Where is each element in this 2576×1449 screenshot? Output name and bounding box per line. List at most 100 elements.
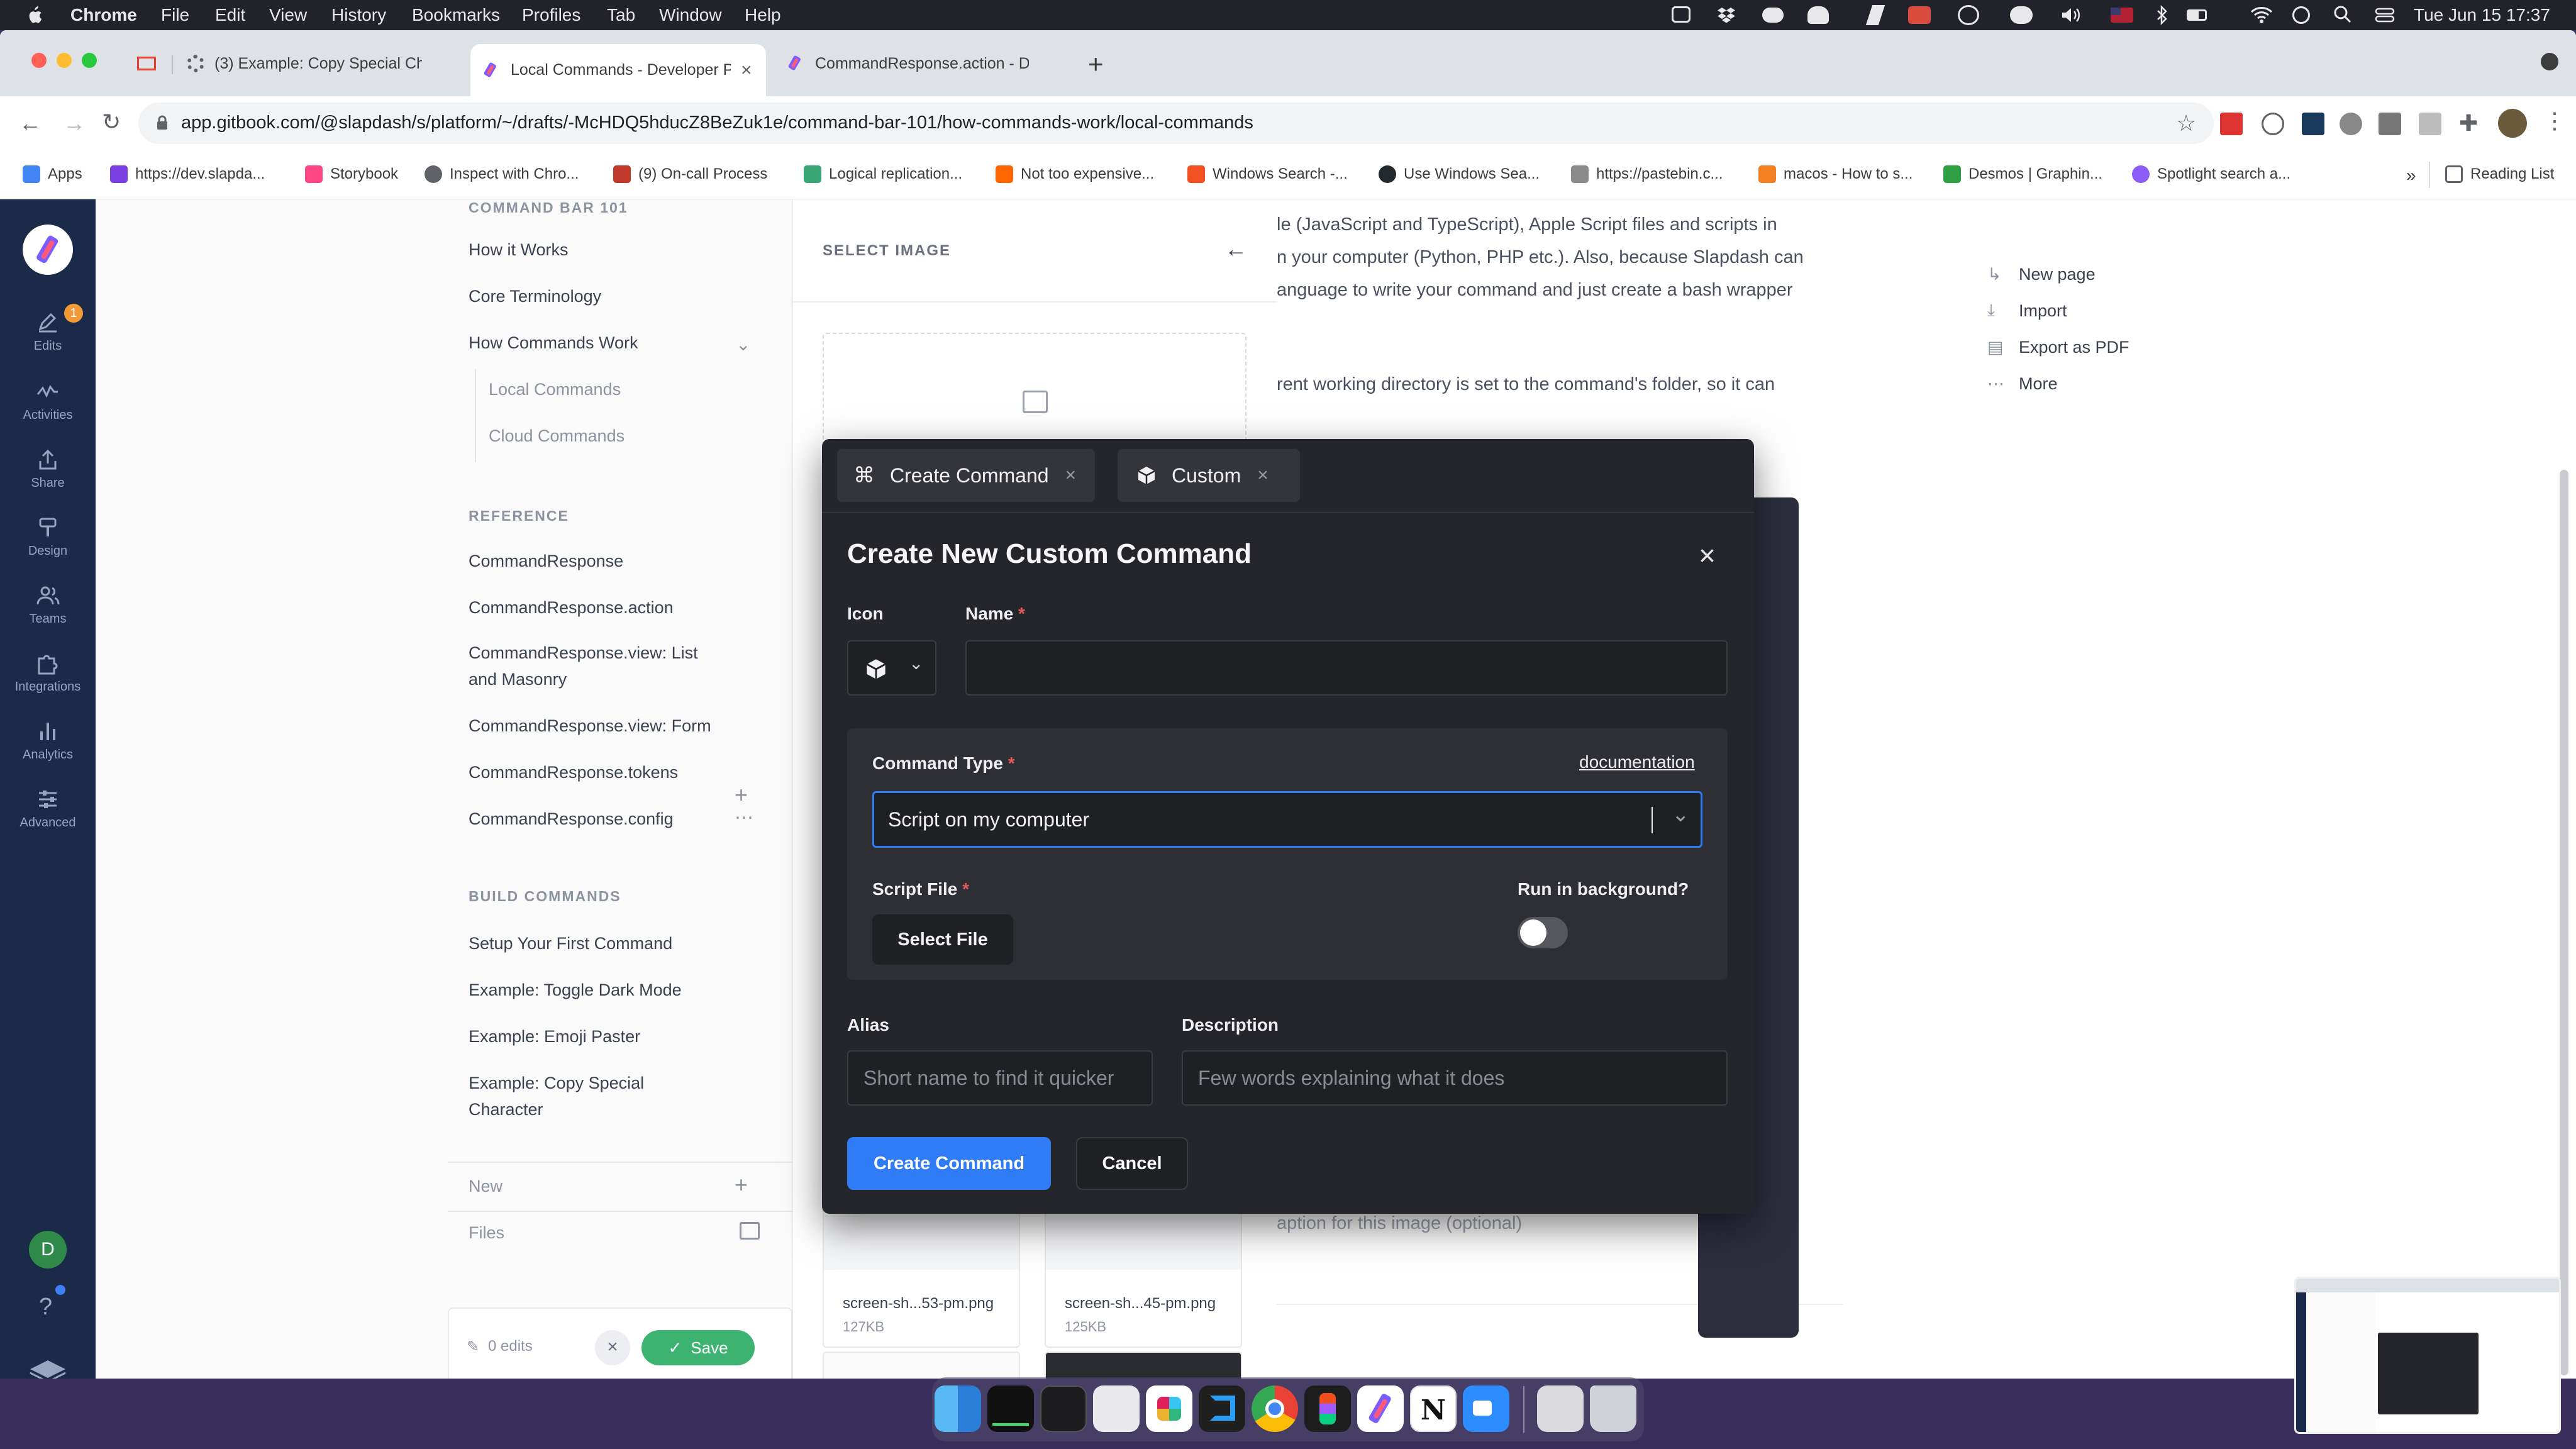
bookmark-logical-replication[interactable]: Logical replication... [804, 165, 962, 183]
bookmark-dev-slapdash[interactable]: https://dev.slapda... [110, 165, 265, 183]
bookmark-apps[interactable]: Apps [23, 165, 82, 183]
menu-tab[interactable]: Tab [607, 5, 635, 25]
save-button[interactable]: ✓ Save [641, 1330, 755, 1365]
tab-commandresponse-action[interactable]: CommandResponse.action - D [775, 44, 1058, 83]
bookmark-windows-search[interactable]: Windows Search -... [1187, 165, 1348, 183]
address-bar[interactable]: app.gitbook.com/@slapdash/s/platform/~/d… [138, 103, 2214, 144]
apple-icon[interactable] [25, 5, 43, 25]
nav-how-it-works[interactable]: How it Works [469, 240, 569, 260]
action-new-page[interactable]: ↳ New page [1987, 256, 2129, 292]
trash-icon[interactable] [1590, 1385, 1636, 1432]
activity-monitor-icon[interactable] [987, 1385, 1034, 1432]
rail-activities[interactable]: Activities [0, 379, 96, 423]
cloud-status-icon[interactable] [1762, 8, 1784, 23]
nav-how-commands-work[interactable]: How Commands Work [469, 333, 638, 353]
zoom-icon[interactable] [1463, 1385, 1509, 1432]
folder-icon[interactable] [740, 1222, 760, 1240]
rail-design[interactable]: Design [0, 515, 96, 558]
create-command-button[interactable]: Create Command [847, 1137, 1051, 1190]
nav-cloud-commands[interactable]: Cloud Commands [489, 426, 625, 446]
breadcrumb-chip-create-command[interactable]: ⌘ Create Command × [837, 449, 1095, 502]
slapdash-icon[interactable] [1357, 1385, 1404, 1432]
new-page-item[interactable]: New [469, 1177, 502, 1196]
nav-commandresponse-view-form[interactable]: CommandResponse.view: Form [469, 716, 711, 736]
user-avatar[interactable]: D [29, 1231, 67, 1269]
nav-copy-special-cont[interactable]: Character [469, 1100, 543, 1119]
cancel-button[interactable]: Cancel [1076, 1137, 1188, 1190]
minimize-window-button[interactable] [57, 53, 72, 68]
menu-window[interactable]: Window [659, 5, 722, 25]
nav-commandresponse-tokens[interactable]: CommandResponse.tokens [469, 763, 678, 782]
nav-commandresponse-view-list[interactable]: CommandResponse.view: List [469, 643, 698, 663]
menu-file[interactable]: File [161, 5, 189, 25]
menu-edit[interactable]: Edit [215, 5, 245, 25]
name-input[interactable] [965, 640, 1728, 696]
reload-icon[interactable]: ↻ [102, 109, 121, 135]
action-export-pdf[interactable]: ▤ Export as PDF [1987, 329, 2129, 365]
new-tab-button[interactable]: + [1088, 49, 1104, 79]
documentation-link[interactable]: documentation [1579, 752, 1695, 772]
extension-a-icon[interactable] [2262, 113, 2284, 135]
bookmark-macos[interactable]: macos - How to s... [1758, 165, 1913, 183]
menu-view[interactable]: View [269, 5, 307, 25]
breadcrumb-chip-custom[interactable]: Custom × [1118, 449, 1300, 502]
close-window-button[interactable] [31, 53, 47, 68]
description-input[interactable]: Few words explaining what it does [1182, 1050, 1728, 1106]
zoom-window-button[interactable] [82, 53, 97, 68]
image-card[interactable] [1045, 1352, 1242, 1379]
bookmark-pastebin[interactable]: https://pastebin.c... [1571, 165, 1723, 183]
nav-commandresponse-action[interactable]: CommandResponse.action [469, 598, 674, 618]
screenshot-thumbnail[interactable] [2294, 1277, 2561, 1434]
extension-red-icon[interactable] [2220, 113, 2243, 135]
figma-icon[interactable] [1304, 1385, 1351, 1432]
chrome-icon[interactable] [1252, 1385, 1298, 1432]
wifi-icon[interactable] [2250, 6, 2273, 24]
slack-icon[interactable] [1146, 1385, 1192, 1432]
menu-bookmarks[interactable]: Bookmarks [412, 5, 500, 25]
bookmark-not-too-expensive[interactable]: Not too expensive... [996, 165, 1154, 183]
us-flag-icon[interactable] [2111, 8, 2133, 23]
bookmark-use-windows-search[interactable]: Use Windows Sea... [1379, 165, 1540, 183]
menu-clock[interactable]: Tue Jun 15 17:37 [2414, 5, 2550, 25]
gitbook-logo-icon[interactable] [28, 1355, 68, 1379]
menu-help[interactable]: Help [745, 5, 781, 25]
menu-app-name[interactable]: Chrome [70, 5, 137, 25]
close-chip-icon[interactable]: × [1065, 465, 1077, 486]
bookmark-storybook[interactable]: Storybook [305, 165, 398, 183]
bookmark-star-icon[interactable]: ☆ [2176, 110, 2196, 136]
nav-toggle-dark-mode[interactable]: Example: Toggle Dark Mode [469, 980, 682, 1000]
tool-icon[interactable] [1865, 5, 1885, 25]
bookmark-desmos[interactable]: Desmos | Graphin... [1943, 165, 2102, 183]
tab-local-commands[interactable]: Local Commands - Developer P × [470, 44, 766, 96]
nav-commandresponse[interactable]: CommandResponse [469, 552, 623, 571]
weather-icon[interactable] [1807, 6, 1829, 24]
nav-local-commands[interactable]: Local Commands [489, 380, 621, 399]
back-arrow-icon[interactable]: ← [1224, 236, 1247, 262]
nav-emoji-paster[interactable]: Example: Emoji Paster [469, 1027, 640, 1046]
user-account-icon[interactable] [2292, 6, 2310, 24]
reading-list-button[interactable]: Reading List [2445, 165, 2554, 183]
control-center-icon[interactable] [2375, 6, 2395, 24]
page-scrollbar[interactable] [2560, 470, 2568, 1375]
profile-avatar[interactable] [2498, 109, 2527, 138]
nav-core-terminology[interactable]: Core Terminology [469, 287, 601, 306]
terminal-icon[interactable] [1040, 1385, 1087, 1432]
battery-icon[interactable] [2187, 6, 2209, 24]
documents-folder-icon[interactable] [1537, 1385, 1584, 1432]
image-card[interactable]: screen-sh...45-pm.png 125KB [1045, 1199, 1242, 1348]
rail-teams[interactable]: Teams [0, 583, 96, 626]
action-more[interactable]: ⋯ More [1987, 365, 2129, 402]
nav-commandresponse-view-list-cont[interactable]: and Masonry [469, 670, 567, 689]
command-type-select[interactable]: Script on my computer ⌄ [872, 791, 1702, 848]
rail-integrations[interactable]: Integrations [0, 651, 96, 694]
action-import[interactable]: ⤓ Import [1987, 292, 2129, 329]
display-icon[interactable] [1672, 6, 1690, 23]
vscode-icon[interactable] [1199, 1385, 1245, 1432]
nav-copy-special[interactable]: Example: Copy Special [469, 1074, 644, 1093]
add-page-icon[interactable]: + [735, 782, 748, 808]
back-arrow-icon[interactable]: ← [19, 110, 42, 136]
close-chip-icon[interactable]: × [1257, 465, 1269, 486]
image-caption-input[interactable]: aption for this image (optional) [1277, 1213, 1522, 1234]
icon-picker[interactable]: ⌄ [847, 640, 936, 696]
nav-commandresponse-config[interactable]: CommandResponse.config [469, 809, 674, 829]
